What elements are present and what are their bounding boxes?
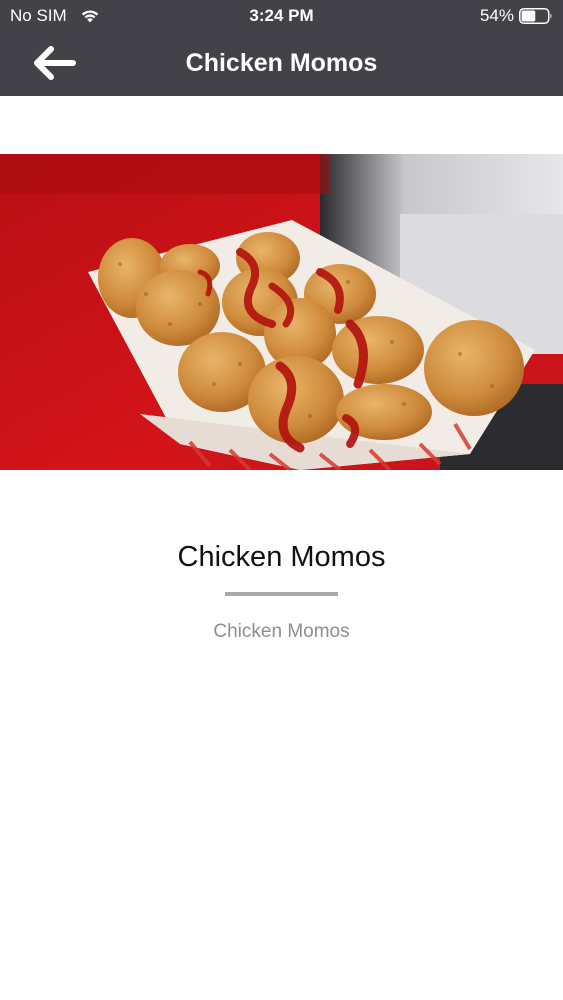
food-photo bbox=[0, 154, 563, 470]
page-title: Chicken Momos bbox=[185, 49, 378, 77]
food-photo-illustration bbox=[0, 154, 563, 470]
item-title: Chicken Momos bbox=[177, 541, 386, 573]
item-description: Chicken Momos bbox=[213, 621, 350, 642]
battery-icon bbox=[519, 8, 552, 24]
clock-label: 3:24 PM bbox=[249, 6, 314, 25]
battery-percent-label: 54% bbox=[479, 6, 514, 25]
title-divider bbox=[225, 592, 338, 596]
navigation-bar: Chicken Momos bbox=[0, 32, 563, 96]
status-bar: No SIM 3:24 PM 54% bbox=[0, 0, 563, 32]
header: No SIM 3:24 PM 54% Chicken Momos bbox=[0, 0, 563, 96]
item-detail-screen: No SIM 3:24 PM 54% Chicken Momos Chicken… bbox=[0, 0, 563, 1000]
